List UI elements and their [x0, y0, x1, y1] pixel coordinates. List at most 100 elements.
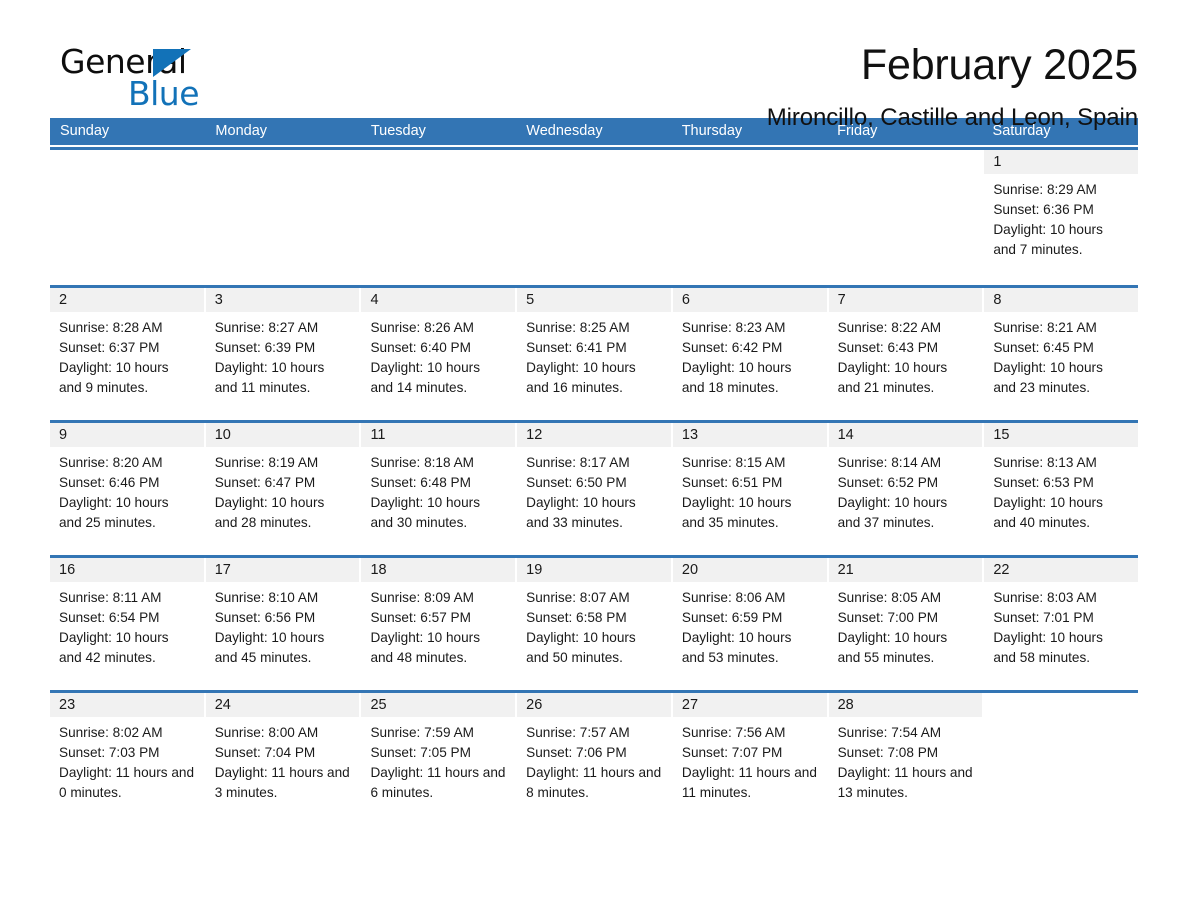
- sunset-text: Sunset: 7:03 PM: [59, 745, 160, 760]
- day-number: 16: [50, 558, 204, 582]
- calendar-day-cell[interactable]: 6 Sunrise: 8:23 AM Sunset: 6:42 PM Daylight…: [672, 288, 829, 413]
- calendar-day-cell[interactable]: 18 Sunrise: 8:09 AM Sunset: 6:57 PM Dayligh…: [361, 558, 518, 683]
- day-number: 5: [517, 288, 671, 312]
- daylight-text: Daylight: 11 hours and 3 minutes.: [214, 765, 350, 800]
- day-details: Sunrise: 8:22 AM Sunset: 6:43 PM Daylight:…: [829, 312, 983, 398]
- daylight-text: Daylight: 10 hours and 50 minutes.: [526, 630, 636, 665]
- calendar-day-cell[interactable]: 17 Sunrise: 8:10 AM Sunset: 6:56 PM Dayligh…: [205, 558, 362, 683]
- day-details: Sunrise: 8:26 AM Sunset: 6:40 PM Daylight:…: [361, 312, 515, 398]
- sunrise-text: Sunrise: 8:20 AM: [59, 455, 163, 470]
- day-details: Sunrise: 8:25 AM Sunset: 6:41 PM Daylight:…: [517, 312, 671, 398]
- calendar-day-cell[interactable]: 16 Sunrise: 8:11 AM Sunset: 6:54 PM Dayligh…: [50, 558, 206, 683]
- day-details: Sunrise: 8:07 AM Sunset: 6:58 PM Daylight:…: [517, 582, 671, 668]
- page-header: General Blue February 2025 Mironcillo, C…: [50, 0, 1138, 131]
- calendar-day-cell[interactable]: 11 Sunrise: 8:18 AM Sunset: 6:48 PM Dayligh…: [361, 423, 518, 548]
- calendar-day-cell[interactable]: 15 Sunrise: 8:13 AM Sunset: 6:53 PM Dayligh…: [984, 423, 1139, 548]
- calendar-day-cell[interactable]: 28 Sunrise: 7:54 AM Sunset: 7:08 PM Dayligh…: [828, 693, 985, 818]
- calendar-day-cell[interactable]: 20 Sunrise: 8:06 AM Sunset: 6:59 PM Dayligh…: [672, 558, 829, 683]
- sunrise-text: Sunrise: 8:19 AM: [214, 455, 319, 470]
- sunset-text: Sunset: 6:45 PM: [993, 340, 1094, 355]
- sunrise-text: Sunrise: 8:03 AM: [993, 590, 1097, 605]
- day-number: [517, 150, 671, 174]
- day-number: 17: [205, 558, 360, 582]
- calendar-day-cell[interactable]: 13 Sunrise: 8:15 AM Sunset: 6:51 PM Dayligh…: [672, 423, 829, 548]
- day-number: 20: [672, 558, 827, 582]
- daylight-text: Daylight: 11 hours and 6 minutes.: [370, 765, 506, 800]
- calendar-day-cell[interactable]: 5 Sunrise: 8:25 AM Sunset: 6:41 PM Daylight…: [517, 288, 673, 413]
- calendar-day-cell[interactable]: 12 Sunrise: 8:17 AM Sunset: 6:50 PM Dayligh…: [517, 423, 673, 548]
- calendar-day-cell[interactable]: 7 Sunrise: 8:22 AM Sunset: 6:43 PM Daylight…: [828, 288, 985, 413]
- daylight-text: Daylight: 10 hours and 11 minutes.: [214, 360, 325, 395]
- sunset-text: Sunset: 7:04 PM: [214, 745, 316, 760]
- sunrise-text: Sunrise: 8:10 AM: [214, 590, 319, 605]
- sunrise-text: Sunrise: 8:13 AM: [993, 455, 1097, 470]
- daylight-text: Daylight: 10 hours and 35 minutes.: [681, 495, 792, 530]
- sunset-text: Sunset: 6:48 PM: [370, 475, 471, 490]
- calendar-day-cell-empty: [984, 693, 1139, 818]
- sunrise-text: Sunrise: 8:29 AM: [993, 182, 1097, 197]
- sunset-text: Sunset: 6:50 PM: [526, 475, 627, 490]
- calendar-day-cell[interactable]: 14 Sunrise: 8:14 AM Sunset: 6:52 PM Dayligh…: [828, 423, 985, 548]
- daylight-text: Daylight: 10 hours and 48 minutes.: [370, 630, 481, 665]
- page-title: February 2025: [860, 41, 1138, 89]
- day-number: 10: [205, 423, 360, 447]
- daylight-text: Daylight: 10 hours and 18 minutes.: [681, 360, 792, 395]
- calendar-day-cell[interactable]: 10 Sunrise: 8:19 AM Sunset: 6:47 PM Dayligh…: [205, 423, 362, 548]
- day-details: Sunrise: 8:02 AM Sunset: 7:03 PM Daylight:…: [50, 717, 204, 803]
- calendar-day-cell-empty: [672, 150, 829, 278]
- sunrise-text: Sunrise: 8:21 AM: [993, 320, 1097, 335]
- calendar-day-cell[interactable]: 22 Sunrise: 8:03 AM Sunset: 7:01 PM Dayligh…: [984, 558, 1139, 683]
- sunset-text: Sunset: 7:00 PM: [837, 610, 939, 625]
- calendar-day-cell[interactable]: 1 Sunrise: 8:29 AM Sunset: 6:36 PM Daylight…: [984, 150, 1139, 278]
- weekday-header-sunday: Sunday: [60, 123, 110, 139]
- calendar-day-cell[interactable]: 23 Sunrise: 8:02 AM Sunset: 7:03 PM Dayligh…: [50, 693, 206, 818]
- sunrise-text: Sunrise: 8:07 AM: [526, 590, 630, 605]
- day-number: [672, 150, 827, 174]
- day-number: 4: [361, 288, 516, 312]
- sunrise-text: Sunrise: 8:09 AM: [370, 590, 474, 605]
- day-number: 27: [672, 693, 827, 717]
- day-details: Sunrise: 8:13 AM Sunset: 6:53 PM Daylight:…: [984, 447, 1138, 533]
- sunrise-text: Sunrise: 8:11 AM: [59, 590, 162, 605]
- day-details: Sunrise: 8:00 AM Sunset: 7:04 PM Daylight:…: [206, 717, 360, 803]
- calendar-day-cell[interactable]: 4 Sunrise: 8:26 AM Sunset: 6:40 PM Daylight…: [361, 288, 518, 413]
- calendar-day-cell[interactable]: 2 Sunrise: 8:28 AM Sunset: 6:37 PM Daylight…: [50, 288, 206, 413]
- day-details: Sunrise: 7:56 AM Sunset: 7:07 PM Daylight:…: [673, 717, 827, 803]
- calendar-day-cell[interactable]: 24 Sunrise: 8:00 AM Sunset: 7:04 PM Dayligh…: [205, 693, 362, 818]
- calendar-week-row: 16 Sunrise: 8:11 AM Sunset: 6:54 PM Dayligh…: [50, 555, 1139, 683]
- day-details: Sunrise: 8:21 AM Sunset: 6:45 PM Daylight:…: [984, 312, 1138, 398]
- day-details: Sunrise: 8:14 AM Sunset: 6:52 PM Daylight:…: [829, 447, 983, 533]
- daylight-text: Daylight: 11 hours and 0 minutes.: [59, 765, 195, 800]
- sunrise-text: Sunrise: 7:57 AM: [526, 725, 630, 740]
- calendar-page: General Blue February 2025 Mironcillo, C…: [0, 0, 1188, 918]
- day-number: [828, 150, 983, 174]
- day-number: 15: [984, 423, 1139, 447]
- day-number: 25: [361, 693, 516, 717]
- calendar-day-cell[interactable]: 3 Sunrise: 8:27 AM Sunset: 6:39 PM Daylight…: [205, 288, 362, 413]
- day-number: 14: [828, 423, 983, 447]
- day-details: Sunrise: 8:10 AM Sunset: 6:56 PM Daylight:…: [206, 582, 360, 668]
- calendar-week-row: 2 Sunrise: 8:28 AM Sunset: 6:37 PM Daylight…: [50, 285, 1139, 413]
- calendar-day-cell[interactable]: 9 Sunrise: 8:20 AM Sunset: 6:46 PM Daylight…: [50, 423, 206, 548]
- calendar-day-cell[interactable]: 25 Sunrise: 7:59 AM Sunset: 7:05 PM Dayligh…: [361, 693, 518, 818]
- sunset-text: Sunset: 6:47 PM: [214, 475, 316, 490]
- sunset-text: Sunset: 6:57 PM: [370, 610, 471, 625]
- sunset-text: Sunset: 6:56 PM: [214, 610, 316, 625]
- day-number: 18: [361, 558, 516, 582]
- day-number: 1: [984, 150, 1139, 174]
- sunrise-text: Sunrise: 7:56 AM: [681, 725, 786, 740]
- sunset-text: Sunset: 6:46 PM: [59, 475, 160, 490]
- logo-triangle-icon: [153, 49, 191, 77]
- day-number: 23: [50, 693, 204, 717]
- daylight-text: Daylight: 10 hours and 21 minutes.: [837, 360, 948, 395]
- sunset-text: Sunset: 6:54 PM: [59, 610, 160, 625]
- day-number: 6: [672, 288, 827, 312]
- calendar-day-cell[interactable]: 27 Sunrise: 7:56 AM Sunset: 7:07 PM Dayligh…: [672, 693, 829, 818]
- calendar-day-cell[interactable]: 26 Sunrise: 7:57 AM Sunset: 7:06 PM Dayligh…: [517, 693, 673, 818]
- day-number: 13: [672, 423, 827, 447]
- day-details: Sunrise: 8:09 AM Sunset: 6:57 PM Daylight:…: [361, 582, 515, 668]
- calendar-day-cell[interactable]: 8 Sunrise: 8:21 AM Sunset: 6:45 PM Daylight…: [984, 288, 1139, 413]
- calendar-day-cell[interactable]: 21 Sunrise: 8:05 AM Sunset: 7:00 PM Dayligh…: [828, 558, 985, 683]
- calendar-day-cell[interactable]: 19 Sunrise: 8:07 AM Sunset: 6:58 PM Dayligh…: [517, 558, 673, 683]
- weekday-header-monday: Monday: [215, 123, 268, 139]
